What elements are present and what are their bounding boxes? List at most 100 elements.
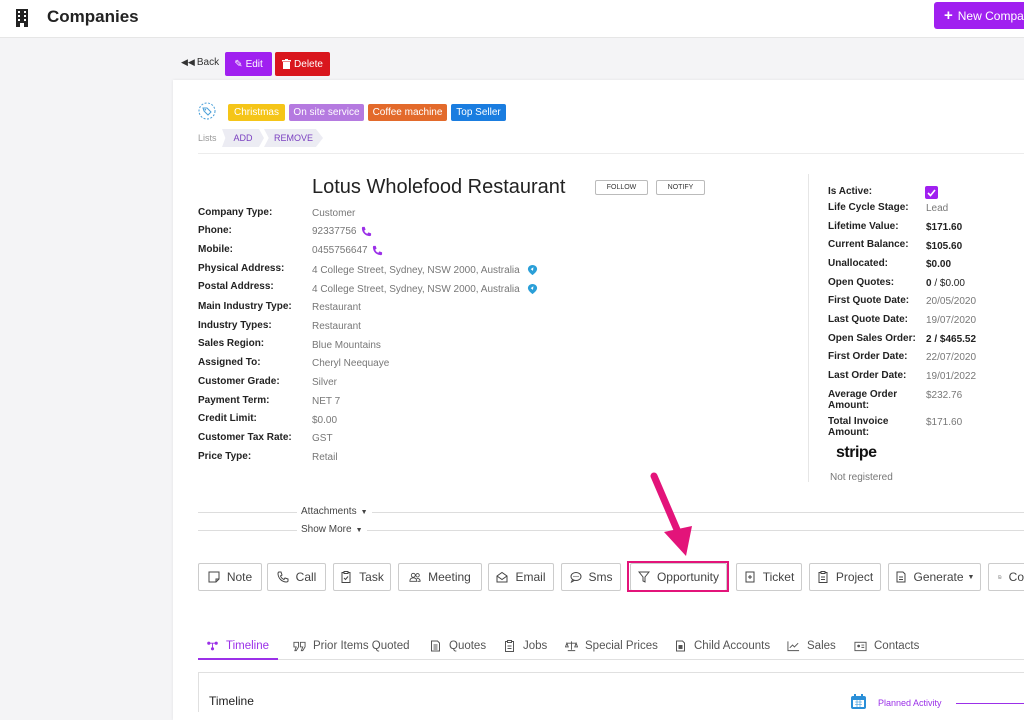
field-value: GST — [312, 433, 333, 444]
delete-button[interactable]: Delete — [275, 52, 330, 76]
field-label: Postal Address: — [198, 281, 274, 292]
tag-christmas[interactable]: Christmas — [228, 104, 285, 121]
life-cycle-label: Life Cycle Stage: — [828, 202, 909, 213]
check-icon — [927, 188, 936, 197]
tab-jobs-label: Jobs — [523, 640, 548, 652]
ticket-button[interactable]: Ticket — [736, 563, 802, 591]
tab-quotes[interactable]: Quotes — [429, 640, 486, 652]
list-remove-button[interactable]: REMOVE — [264, 129, 323, 147]
planned-activity-label[interactable]: Planned Activity — [878, 698, 942, 708]
attachments-toggle[interactable]: Attachments ▼ — [297, 506, 372, 517]
note-label: Note — [226, 570, 253, 584]
average-order-value: $232.76 — [926, 390, 963, 401]
tab-jobs[interactable]: Jobs — [503, 640, 547, 652]
generate-dropdown[interactable]: Generate ▼ — [888, 563, 981, 591]
last-quote-value: 19/07/2020 — [926, 315, 977, 326]
back-button[interactable]: ◀◀ Back — [181, 57, 219, 68]
project-label: Project — [835, 570, 874, 584]
email-label: Email — [515, 570, 546, 584]
list-add-button[interactable]: ADD — [222, 129, 264, 147]
last-quote-label: Last Quote Date: — [828, 314, 909, 325]
new-company-button[interactable]: + New Companies — [934, 2, 1024, 29]
field-value: Retail — [312, 452, 338, 463]
phone-icon[interactable] — [361, 226, 372, 237]
note-button[interactable]: Note — [198, 563, 262, 591]
tab-sales[interactable]: Sales — [787, 640, 836, 652]
total-invoice-label-line2: Amount: — [828, 427, 870, 438]
notify-button[interactable]: NOTIFY — [656, 180, 705, 195]
meeting-button[interactable]: Meeting — [398, 563, 482, 591]
contact-card-icon — [854, 641, 867, 652]
edit-label: Edit — [245, 58, 263, 70]
phone-icon[interactable] — [372, 245, 383, 256]
clipboard-check-icon — [341, 571, 351, 583]
tab-prior-items-label: Prior Items Quoted — [313, 640, 410, 652]
tab-timeline-label: Timeline — [226, 640, 270, 652]
task-button[interactable]: Task — [333, 563, 391, 591]
life-cycle-value: Lead — [926, 203, 949, 214]
field-value: Restaurant — [312, 302, 361, 313]
field-value-text: GST — [312, 433, 333, 444]
tab-special-prices[interactable]: Special Prices — [565, 640, 658, 652]
field-label: Physical Address: — [198, 263, 285, 274]
edit-button[interactable]: ✎ Edit — [225, 52, 272, 76]
lifetime-value-label: Lifetime Value: — [828, 221, 899, 232]
delete-label: Delete — [294, 58, 323, 70]
open-sales-label: Open Sales Order: — [828, 333, 916, 344]
tag-on-site-service[interactable]: On site service — [289, 104, 364, 121]
tab-child-accounts[interactable]: Child Accounts — [674, 640, 770, 652]
tag-top-seller[interactable]: Top Seller — [451, 104, 506, 121]
map-pin-icon[interactable] — [527, 283, 538, 295]
field-value[interactable]: 0455756647 — [312, 245, 383, 256]
tag-coffee-machine[interactable]: Coffee machine — [368, 104, 447, 121]
envelope-icon — [496, 571, 508, 583]
field-value-text: Restaurant — [312, 302, 361, 313]
tab-contacts[interactable]: Contacts — [854, 640, 919, 652]
plus-icon: + — [944, 7, 953, 24]
document-icon — [676, 640, 685, 652]
email-button[interactable]: Email — [488, 563, 554, 591]
timeline-title: Timeline — [209, 694, 254, 708]
average-order-label-line1: Average Order — [828, 389, 898, 400]
more-button[interactable]: Co — [988, 563, 1024, 591]
document-icon — [431, 640, 440, 652]
is-active-checkbox[interactable] — [925, 186, 938, 199]
tag-icon[interactable] — [198, 102, 216, 120]
field-value-text: Retail — [312, 452, 338, 463]
field-label: Customer Tax Rate: — [198, 432, 292, 443]
lists-label: Lists — [198, 133, 217, 143]
field-value[interactable]: 92337756 — [312, 226, 372, 237]
tab-prior-items-quoted[interactable]: Prior Items Quoted — [293, 640, 410, 652]
stripe-status: Not registered — [830, 472, 893, 483]
field-value: Cheryl Neequaye — [312, 358, 389, 369]
new-company-label: New Companies — [957, 8, 1024, 23]
last-order-value: 19/01/2022 — [926, 371, 977, 382]
tab-timeline[interactable]: Timeline — [206, 640, 269, 652]
average-order-label: Average Order Amount: — [828, 389, 897, 411]
first-quote-label: First Quote Date: — [828, 295, 910, 306]
show-more-label: Show More — [301, 524, 352, 535]
field-value-text: 4 College Street, Sydney, NSW 2000, Aust… — [312, 283, 520, 295]
field-label: Customer Grade: — [198, 376, 280, 387]
ticket-icon — [745, 571, 755, 583]
open-quotes-value[interactable]: 0 / $0.00 — [926, 278, 965, 289]
project-button[interactable]: Project — [809, 563, 881, 591]
field-label: Assigned To: — [198, 357, 261, 368]
back-label: Back — [196, 57, 220, 68]
follow-button[interactable]: FOLLOW — [595, 180, 648, 195]
map-pin-icon[interactable] — [527, 264, 538, 276]
tab-quotes-label: Quotes — [449, 640, 487, 652]
field-value[interactable]: 4 College Street, Sydney, NSW 2000, Aust… — [312, 283, 538, 295]
page-title: Companies — [47, 7, 139, 26]
open-sales-value[interactable]: 2 / $465.52 — [926, 334, 976, 345]
field-value-text: Customer — [312, 208, 356, 219]
call-button[interactable]: Call — [267, 563, 326, 591]
tab-contacts-label: Contacts — [874, 640, 920, 652]
sms-button[interactable]: Sms — [561, 563, 621, 591]
chart-line-icon — [787, 641, 800, 652]
clipboard-icon — [818, 571, 828, 583]
opportunity-highlight-box — [627, 561, 729, 592]
field-value-text: Silver — [312, 377, 338, 388]
show-more-toggle[interactable]: Show More ▼ — [297, 524, 367, 535]
field-value[interactable]: 4 College Street, Sydney, NSW 2000, Aust… — [312, 264, 538, 276]
